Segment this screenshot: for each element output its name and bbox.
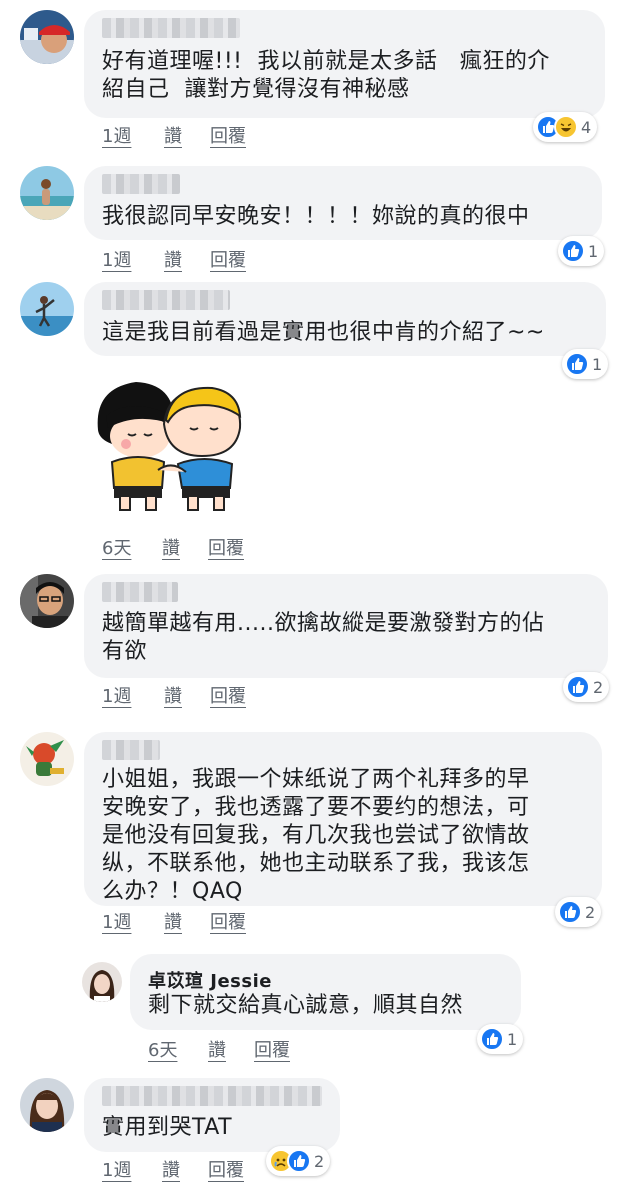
reactions-summary[interactable]: 2 bbox=[563, 672, 610, 702]
reaction-count: 1 bbox=[507, 1029, 518, 1049]
comment-text: 剩下就交給真心誠意，順其自然 bbox=[148, 993, 464, 1018]
avatar[interactable] bbox=[20, 1078, 74, 1132]
timestamp-link[interactable]: 1週 bbox=[102, 908, 131, 934]
laugh-icon bbox=[554, 115, 578, 139]
comment-bubble: 好有道理喔!!! 我以前就是太多話 瘋狂的介 紹自己 讓對方覺得沒有神秘感 bbox=[84, 10, 605, 118]
comment-text: 我很認同早安晚安！！！！妳說的真的很中 bbox=[102, 204, 530, 229]
reactions-summary[interactable]: 2 bbox=[555, 897, 602, 927]
reply-link[interactable]: 回覆 bbox=[210, 122, 246, 148]
blurred-name[interactable] bbox=[102, 174, 180, 194]
avatar[interactable] bbox=[20, 574, 74, 628]
timestamp-link[interactable]: 6天 bbox=[148, 1036, 177, 1062]
like-link[interactable]: 讚 bbox=[164, 908, 182, 934]
comment-text: 好有道理喔!!! 我以前就是太多話 瘋狂的介 紹自己 讓對方覺得沒有神秘感 bbox=[102, 49, 550, 102]
reply-link[interactable]: 回覆 bbox=[208, 534, 244, 560]
reaction-count: 2 bbox=[593, 677, 604, 697]
timestamp-link[interactable]: 1週 bbox=[102, 246, 131, 272]
timestamp-link[interactable]: 1週 bbox=[102, 122, 131, 148]
like-icon bbox=[287, 1149, 311, 1173]
reaction-count: 1 bbox=[592, 354, 603, 374]
blurred-name[interactable] bbox=[102, 582, 178, 602]
reactions-summary[interactable]: 1 bbox=[558, 236, 605, 266]
comment-bubble: 卓苡瑄 Jessie 剩下就交給真心誠意，順其自然 bbox=[130, 954, 521, 1030]
like-icon bbox=[566, 675, 590, 699]
blurred-name[interactable] bbox=[102, 740, 160, 760]
comment-text: 實用到哭TAT bbox=[102, 1115, 233, 1140]
like-icon bbox=[558, 900, 582, 924]
avatar[interactable] bbox=[20, 732, 74, 786]
comment-bubble: 越簡單越有用.....欲擒故縱是要激發對方的佔 有欲 bbox=[84, 574, 608, 678]
reactions-summary[interactable]: 2 bbox=[266, 1146, 331, 1176]
like-link[interactable]: 讚 bbox=[162, 1156, 180, 1182]
comment-bubble: 我很認同早安晚安！！！！妳說的真的很中 bbox=[84, 166, 602, 240]
like-link[interactable]: 讚 bbox=[162, 534, 180, 560]
comment-text: 越簡單越有用.....欲擒故縱是要激發對方的佔 有欲 bbox=[102, 611, 545, 664]
avatar[interactable] bbox=[82, 962, 122, 1002]
reaction-count: 1 bbox=[588, 241, 599, 261]
like-link[interactable]: 讚 bbox=[164, 682, 182, 708]
reactions-summary[interactable]: 1 bbox=[562, 349, 609, 379]
like-link[interactable]: 讚 bbox=[164, 122, 182, 148]
like-icon bbox=[480, 1027, 504, 1051]
comment-text: 這是我目前看過是實用也很中肯的介紹了~~ bbox=[102, 320, 545, 345]
like-link[interactable]: 讚 bbox=[164, 246, 182, 272]
comment-text: 小姐姐，我跟一个妹纸说了两个礼拜多的早 安晚安了，我也透露了要不要约的想法，可 … bbox=[102, 767, 530, 904]
timestamp-link[interactable]: 1週 bbox=[102, 1156, 131, 1182]
reply-link[interactable]: 回覆 bbox=[210, 908, 246, 934]
reaction-count: 2 bbox=[585, 902, 596, 922]
reply-link[interactable]: 回覆 bbox=[210, 246, 246, 272]
like-icon bbox=[561, 239, 585, 263]
blurred-name[interactable] bbox=[102, 1086, 322, 1106]
reply-link[interactable]: 回覆 bbox=[254, 1036, 290, 1062]
avatar[interactable] bbox=[20, 282, 74, 336]
comment-bubble: 這是我目前看過是實用也很中肯的介紹了~~ bbox=[84, 282, 606, 356]
reactions-summary[interactable]: 4 bbox=[533, 112, 598, 142]
reply-link[interactable]: 回覆 bbox=[208, 1156, 244, 1182]
reaction-count: 4 bbox=[581, 117, 592, 137]
timestamp-link[interactable]: 6天 bbox=[102, 534, 131, 560]
blurred-name[interactable] bbox=[102, 18, 240, 38]
avatar[interactable] bbox=[20, 10, 74, 64]
hugging-kids-sticker[interactable] bbox=[92, 376, 248, 516]
commenter-name[interactable]: 卓苡瑄 Jessie bbox=[148, 967, 272, 993]
reactions-summary[interactable]: 1 bbox=[477, 1024, 524, 1054]
like-icon bbox=[565, 352, 589, 376]
comment-bubble: 實用到哭TAT bbox=[84, 1078, 340, 1152]
like-link[interactable]: 讚 bbox=[208, 1036, 226, 1062]
reply-link[interactable]: 回覆 bbox=[210, 682, 246, 708]
comment-bubble: 小姐姐，我跟一个妹纸说了两个礼拜多的早 安晚安了，我也透露了要不要约的想法，可 … bbox=[84, 732, 602, 906]
timestamp-link[interactable]: 1週 bbox=[102, 682, 131, 708]
blurred-name[interactable] bbox=[102, 290, 230, 310]
reaction-count: 2 bbox=[314, 1151, 325, 1171]
avatar[interactable] bbox=[20, 166, 74, 220]
